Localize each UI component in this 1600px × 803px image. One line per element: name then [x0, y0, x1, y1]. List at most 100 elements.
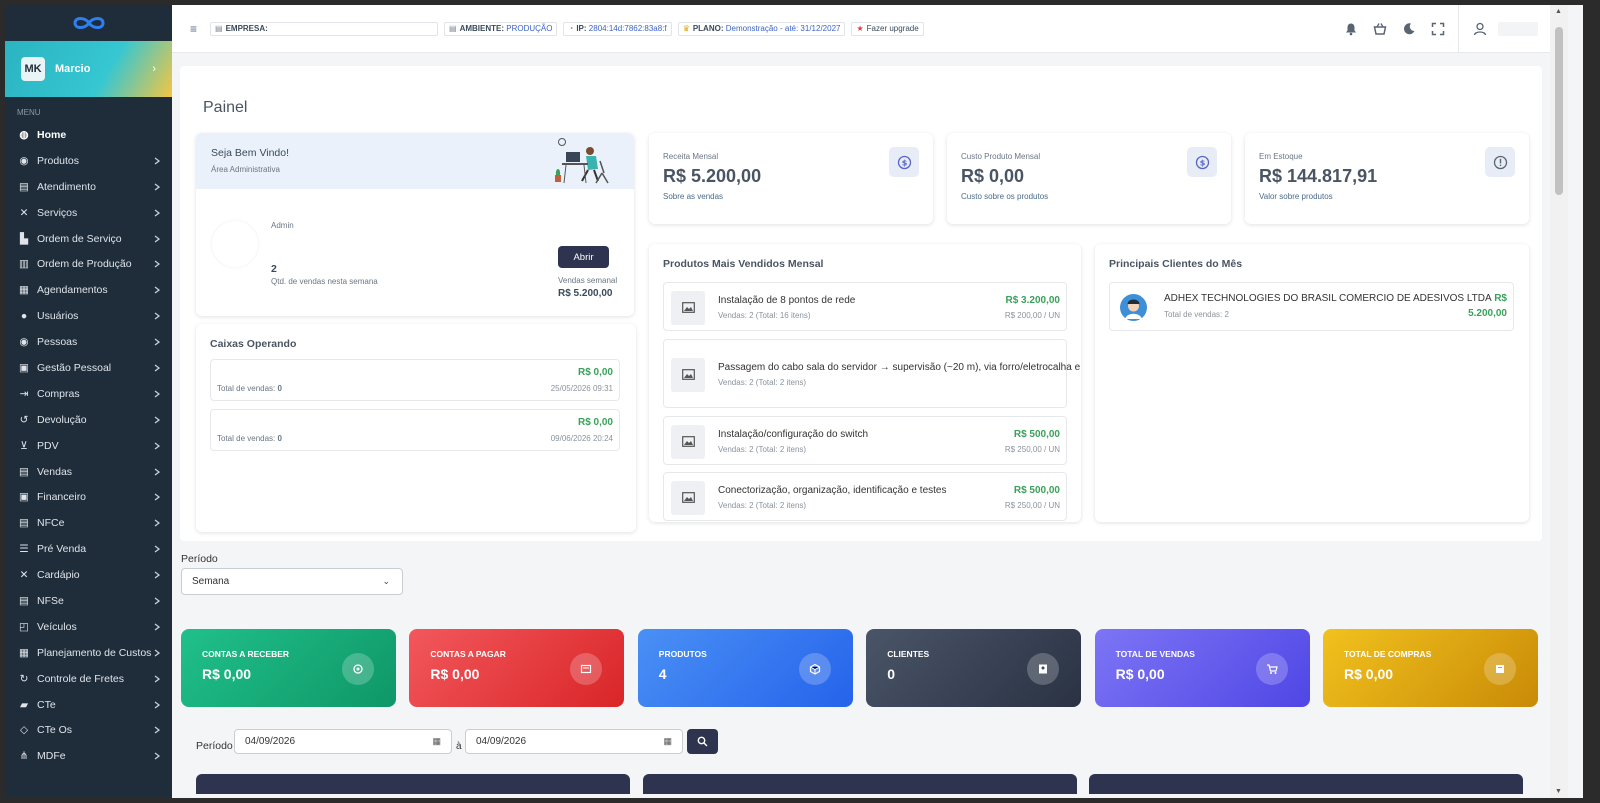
sidebar-item-label: NFCe — [37, 517, 65, 530]
kpi-card[interactable]: CONTAS A RECEBER R$ 0,00 — [181, 629, 396, 707]
logo[interactable] — [5, 5, 172, 41]
date-to-input[interactable]: 04/09/2026 ▦ — [465, 729, 683, 754]
sidebar-item-compras[interactable]: ⇥ Compras — [5, 381, 172, 407]
kpi-card[interactable]: TOTAL DE COMPRAS R$ 0,00 — [1323, 629, 1538, 707]
sidebar-item-cte[interactable]: ▰ CTe — [5, 692, 172, 718]
chevron-down-icon: ⌄ — [382, 576, 390, 586]
sidebar-item-nfse[interactable]: ▤ NFSe — [5, 588, 172, 614]
search-button[interactable] — [687, 729, 718, 754]
svg-text:$: $ — [901, 158, 907, 167]
scrollbar-thumb[interactable] — [1555, 27, 1563, 195]
moon-icon[interactable] — [1394, 22, 1423, 36]
basket-icon[interactable] — [1365, 22, 1394, 36]
empresa-field[interactable]: ▤ EMPRESA: — [210, 21, 438, 36]
sidebar-item-controle-de-fretes[interactable]: ↻ Controle de Fretes — [5, 666, 172, 692]
image-placeholder-icon — [671, 480, 705, 515]
sidebar-item-label: Planejamento de Custos — [37, 646, 152, 659]
sidebar-item-mdfe[interactable]: ⋔ MDFe — [5, 743, 172, 769]
sidebar-item-ordem-de-producao[interactable]: ▥ Ordem de Produção — [5, 251, 172, 277]
user-menu-icon[interactable] — [1465, 22, 1494, 36]
sidebar-item-pessoas[interactable]: ◉ Pessoas — [5, 329, 172, 355]
produtos-title: Produtos Mais Vendidos Mensal — [663, 258, 824, 270]
sidebar-item-pre-venda[interactable]: ☰ Pré Venda — [5, 536, 172, 562]
sidebar-item-ordem-de-servico[interactable]: ▙ Ordem de Serviço — [5, 226, 172, 252]
sidebar-item-cardapio[interactable]: ✕ Cardápio — [5, 562, 172, 588]
caixa-item[interactable]: R$ 0,00 Total de vendas: 0 09/06/2026 20… — [210, 409, 620, 451]
client-avatar-icon — [1120, 294, 1147, 321]
login-icon: ⇥ — [19, 387, 29, 400]
sidebar-item-produtos[interactable]: ◉ Produtos — [5, 148, 172, 174]
sidebar-item-veiculos[interactable]: ◰ Veículos — [5, 614, 172, 640]
sales-count: 2 — [271, 263, 277, 275]
chevron-right-icon — [154, 751, 161, 763]
topbar: ≡ ▤ EMPRESA: ▤ AMBIENTE: PRODUÇÃO ◔ IP: … — [172, 5, 1550, 53]
people-icon: ◉ — [19, 336, 29, 349]
kpi-card[interactable]: PRODUTOS 4 — [637, 629, 853, 707]
caixa-date: 09/06/2026 20:24 — [550, 434, 613, 443]
sidebar-item-cte-os[interactable]: ◇ CTe Os — [5, 717, 172, 743]
image-placeholder-icon — [671, 290, 705, 325]
sidebar-item-nfce[interactable]: ▤ NFCe — [5, 510, 172, 536]
hamburger-icon[interactable]: ≡ — [190, 22, 210, 36]
product-item[interactable]: Passagem do cabo sala do servidor → supe… — [663, 339, 1081, 408]
stat-label: Receita Mensal — [663, 152, 719, 161]
periodo-select[interactable]: Semana ⌄ — [181, 568, 403, 595]
kpi-card[interactable]: CLIENTES 0 — [866, 629, 1082, 707]
kpi-card[interactable]: TOTAL DE VENDAS R$ 0,00 — [1094, 629, 1310, 707]
welcome-title: Seja Bem Vindo! — [211, 147, 290, 159]
product-item[interactable]: Instalação/configuração do switch Vendas:… — [663, 416, 1067, 465]
sidebar-item-label: PDV — [37, 439, 59, 452]
sidebar-item-home[interactable]: ◍ Home — [5, 122, 172, 148]
scrollbar[interactable]: ▲ ▼ — [1550, 5, 1568, 798]
sidebar-item-pdv[interactable]: ⊻ PDV — [5, 433, 172, 459]
product-item[interactable]: Instalação de 8 pontos de rede Vendas: 2 … — [663, 282, 1067, 331]
scroll-down-icon[interactable]: ▼ — [1555, 788, 1562, 795]
sidebar-item-agendamentos[interactable]: ▦ Agendamentos — [5, 277, 172, 303]
client-item[interactable]: ADHEX TECHNOLOGIES DO BRASIL COMERCIO DE… — [1109, 282, 1514, 331]
chevron-right-icon — [154, 674, 161, 686]
sidebar-item-atendimento[interactable]: ▤ Atendimento — [5, 174, 172, 200]
open-button[interactable]: Abrir — [558, 246, 609, 268]
fullscreen-icon[interactable] — [1423, 22, 1452, 36]
product-item[interactable]: Conectorização, organização, identificaç… — [663, 472, 1067, 521]
user-icon: ● — [20, 310, 28, 323]
sidebar-item-gestao-pessoal[interactable]: ▣ Gestão Pessoal — [5, 355, 172, 381]
document-icon: ▤ — [19, 517, 29, 530]
caixa-value: R$ 0,00 — [577, 367, 613, 378]
caixa-item[interactable]: R$ 0,00 Total de vendas: 0 25/05/2026 09… — [210, 359, 620, 401]
chevron-right-icon[interactable]: › — [152, 63, 156, 75]
sidebar-item-planejamento-de-custos[interactable]: ▦ Planejamento de Custos — [5, 640, 172, 666]
sidebar-item-financeiro[interactable]: ▣ Financeiro — [5, 484, 172, 510]
upgrade-button[interactable]: ★ Fazer upgrade — [851, 21, 924, 36]
sidebar-item-label: Pessoas — [37, 336, 78, 349]
truck-icon: ▰ — [19, 698, 29, 711]
tag-icon: ◉ — [19, 154, 29, 167]
calendar-icon: ▦ — [663, 736, 672, 746]
document-icon: ▤ — [19, 594, 29, 607]
caixa-value: R$ 0,00 — [577, 417, 613, 428]
main-content: Painel Seja Bem Vindo! Área Administrati… — [172, 53, 1550, 798]
weekly-sales-label: Vendas semanal — [558, 276, 618, 285]
scroll-up-icon[interactable]: ▲ — [1555, 8, 1562, 15]
sidebar-item-servicos[interactable]: ✕ Serviços — [5, 200, 172, 226]
kpi-card[interactable]: CONTAS A PAGAR R$ 0,00 — [409, 629, 625, 707]
chevron-right-icon — [154, 208, 161, 220]
sidebar-item-label: Cardápio — [37, 569, 80, 582]
sidebar-item-label: Financeiro — [37, 491, 87, 504]
bell-icon[interactable] — [1336, 22, 1365, 36]
user-box[interactable]: MK Marcio › — [5, 41, 172, 97]
sidebar-item-devolucao[interactable]: ↺ Devolução — [5, 407, 172, 433]
sidebar-item-label: Gestão Pessoal — [37, 361, 112, 374]
sidebar-item-vendas[interactable]: ▤ Vendas — [5, 459, 172, 485]
role-label: Admin — [271, 221, 294, 230]
sidebar-item-label: Usuários — [37, 310, 79, 323]
sidebar-item-label: Atendimento — [37, 180, 96, 193]
menu-list: ◍ Home ◉ Produtos ▤ Atendimento ✕ Serviços ▙ Orde… — [5, 122, 172, 769]
chevron-right-icon — [154, 596, 161, 608]
chevron-right-icon — [154, 415, 161, 427]
date-from-input[interactable]: 04/09/2026 ▦ — [234, 729, 452, 754]
sidebar-item-label: Ordem de Serviço — [37, 232, 122, 245]
kpi-label: CONTAS A PAGAR — [430, 649, 506, 659]
user-menu-placeholder[interactable] — [1498, 22, 1538, 36]
sidebar-item-usuarios[interactable]: ● Usuários — [5, 303, 172, 329]
